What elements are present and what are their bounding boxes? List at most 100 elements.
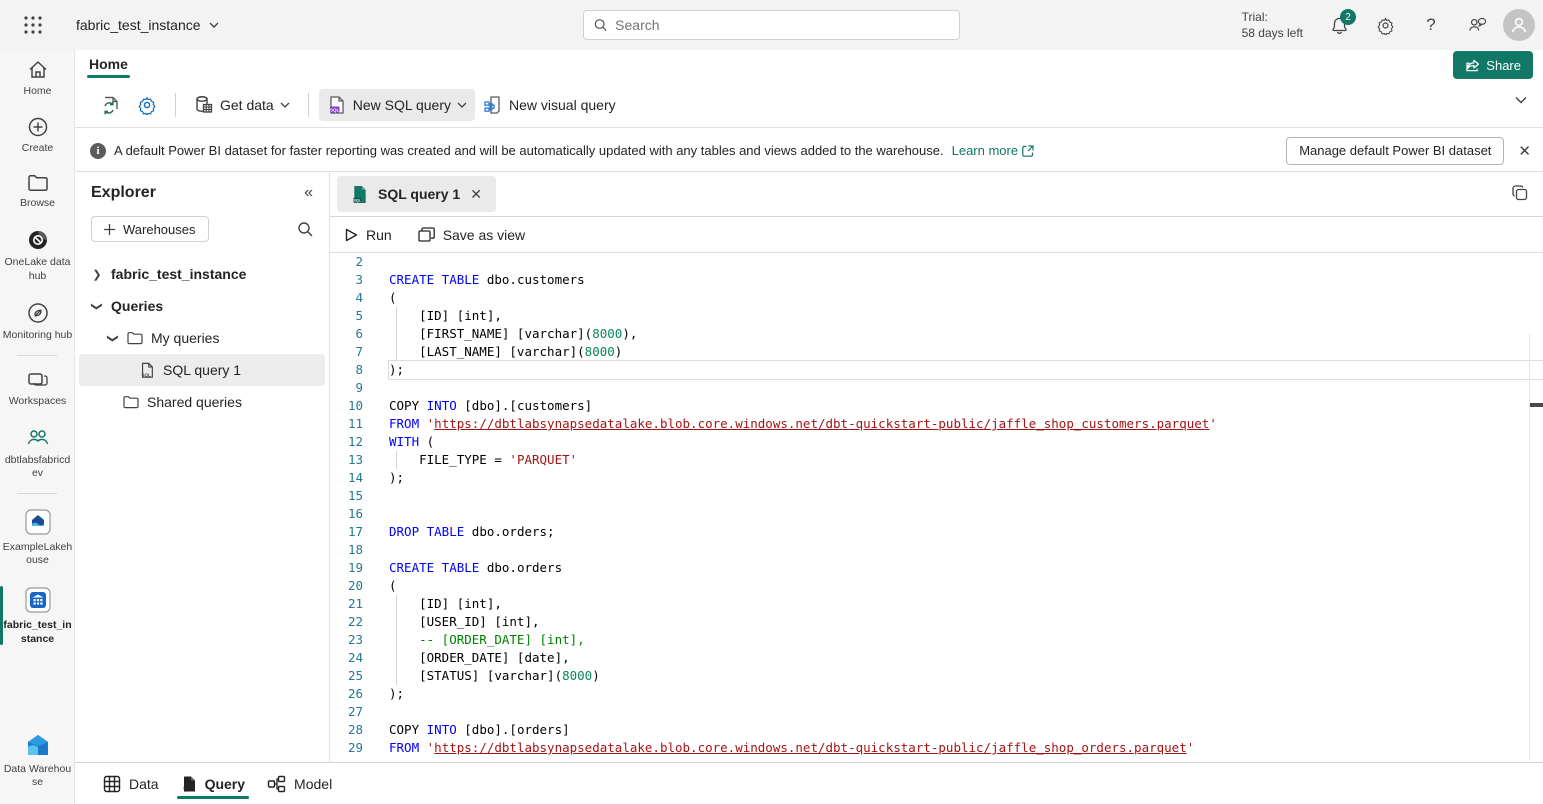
run-button[interactable]: Run [345, 227, 392, 243]
line-numbers: 2345678910111213141516171819202122232425… [330, 253, 375, 760]
gear-blue-icon [137, 95, 157, 115]
get-data-button[interactable]: Get data [186, 89, 298, 121]
chevron-down-icon [209, 22, 219, 28]
tree-item-shared-queries[interactable]: Shared queries [75, 386, 329, 418]
play-icon [345, 228, 358, 242]
rail-item-workspaces[interactable]: Workspaces [0, 360, 75, 417]
warehouse-item-icon [23, 585, 53, 615]
copy-icon[interactable] [1511, 184, 1529, 202]
workspace-switcher[interactable]: fabric_test_instance [76, 17, 219, 33]
rail-divider [17, 493, 57, 494]
code-line-19[interactable]: CREATE TABLE dbo.orders [389, 559, 1543, 577]
help-button[interactable]: ? [1411, 5, 1451, 45]
refresh-report-icon [101, 95, 121, 115]
rail-item-dbtlabsfabricdev[interactable]: dbtlabsfabricdev [0, 417, 75, 489]
banner-close-icon[interactable]: ✕ [1518, 142, 1531, 160]
folder-icon [27, 173, 49, 193]
tab-sql-query-1[interactable]: SQL SQL query 1 ✕ [337, 176, 496, 212]
rail-item-browse[interactable]: Browse [0, 164, 75, 219]
code-line-13[interactable]: FILE_TYPE = 'PARQUET' [389, 451, 1543, 469]
code-line-9[interactable] [389, 379, 1543, 397]
code-line-17[interactable]: DROP TABLE dbo.orders; [389, 523, 1543, 541]
ribbon-separator [175, 93, 176, 117]
code-line-2[interactable] [389, 253, 1543, 271]
explorer-search-icon[interactable] [297, 221, 313, 237]
search-input[interactable] [615, 17, 949, 33]
folder-icon [127, 331, 143, 345]
rail-item-home[interactable]: Home [0, 50, 75, 107]
collapse-panel-icon[interactable]: « [304, 184, 313, 202]
new-sql-query-button[interactable]: SQL New SQL query [319, 89, 475, 121]
tree-item-queries[interactable]: ❯ Queries [75, 290, 329, 322]
code-line-14[interactable]: ); [389, 469, 1543, 487]
feedback-button[interactable] [1457, 5, 1497, 45]
code-line-21[interactable]: [ID] [int], [389, 595, 1543, 613]
tree-item-warehouse[interactable]: ❯ fabric_test_instance [75, 258, 329, 290]
explorer-title: Explorer [91, 184, 156, 202]
ribbon-toolbar: Get data SQL New SQL query New visual qu… [75, 82, 1543, 128]
external-link-icon [1022, 145, 1034, 157]
search-icon [594, 18, 607, 32]
lakehouse-icon [23, 507, 53, 537]
account-avatar[interactable] [1503, 9, 1535, 41]
code-line-29[interactable]: FROM 'https://dbtlabsynapsedatalake.blob… [389, 739, 1543, 757]
info-icon: i [90, 143, 106, 159]
tree-item-my-queries[interactable]: ❯ My queries [75, 322, 329, 354]
ribbon-settings-button[interactable] [129, 89, 165, 121]
code-line-22[interactable]: [USER_ID] [int], [389, 613, 1543, 631]
code-line-27[interactable] [389, 703, 1543, 721]
add-warehouses-button[interactable]: Warehouses [91, 216, 209, 242]
query-doc-icon [181, 775, 197, 793]
scrollbar-marker[interactable] [1530, 403, 1543, 407]
app-launcher-waffle-icon[interactable] [8, 0, 58, 50]
code-line-20[interactable]: ( [389, 577, 1543, 595]
rail-item-create[interactable]: Create [0, 107, 75, 164]
save-as-view-button[interactable]: Save as view [418, 227, 525, 243]
code-line-15[interactable] [389, 487, 1543, 505]
code-line-10[interactable]: COPY INTO [dbo].[customers] [389, 397, 1543, 415]
code-line-8[interactable]: ); [389, 361, 1543, 379]
code-line-12[interactable]: WITH ( [389, 433, 1543, 451]
code-line-18[interactable] [389, 541, 1543, 559]
notifications-button[interactable]: 2 [1319, 5, 1359, 45]
tab-query[interactable]: Query [175, 767, 251, 801]
svg-text:SQL: SQL [330, 107, 340, 112]
ribbon-collapse-chevron[interactable] [1515, 96, 1527, 104]
rail-item-onelake-data-hub[interactable]: OneLake data hub [0, 219, 75, 291]
tree-item-sql-query-1[interactable]: SQL SQL query 1 [79, 354, 325, 386]
code-line-11[interactable]: FROM 'https://dbtlabsynapsedatalake.blob… [389, 415, 1543, 433]
code-line-28[interactable]: COPY INTO [dbo].[orders] [389, 721, 1543, 739]
code-line-26[interactable]: ); [389, 685, 1543, 703]
code-line-23[interactable]: -- [ORDER_DATE] [int], [389, 631, 1543, 649]
code-line-16[interactable] [389, 505, 1543, 523]
tab-home[interactable]: Home [83, 52, 134, 76]
learn-more-link[interactable]: Learn more [952, 143, 1034, 158]
tab-model[interactable]: Model [261, 767, 338, 801]
global-search[interactable] [583, 10, 960, 40]
rail-item-fabric-test-instance[interactable]: fabric_test_instance [0, 576, 75, 654]
manage-default-dataset-button[interactable]: Manage default Power BI dataset [1286, 137, 1504, 165]
code-line-4[interactable]: ( [389, 289, 1543, 307]
code-line-3[interactable]: CREATE TABLE dbo.customers [389, 271, 1543, 289]
share-button[interactable]: Share [1453, 51, 1533, 79]
gear-icon [1376, 16, 1395, 35]
code-line-24[interactable]: [ORDER_DATE] [date], [389, 649, 1543, 667]
code-line-5[interactable]: [ID] [int], [389, 307, 1543, 325]
code-line-7[interactable]: [LAST_NAME] [varchar](8000) [389, 343, 1543, 361]
query-editor-region: SQL SQL query 1 ✕ Run Save as view 23456… [330, 172, 1543, 762]
code-line-6[interactable]: [FIRST_NAME] [varchar](8000), [389, 325, 1543, 343]
rail-item-monitoring-hub[interactable]: Monitoring hub [0, 292, 75, 351]
code-line-25[interactable]: [STATUS] [varchar](8000) [389, 667, 1543, 685]
rail-item-examplelakehouse[interactable]: ExampleLakehouse [0, 498, 75, 576]
code-editor[interactable]: 2345678910111213141516171819202122232425… [330, 253, 1543, 760]
query-toolbar: Run Save as view [330, 217, 1543, 253]
settings-button[interactable] [1365, 5, 1405, 45]
chevron-down-icon [1515, 96, 1527, 104]
workspace-people-icon [25, 426, 51, 450]
tab-data[interactable]: Data [97, 767, 165, 801]
rail-item-data-warehouse[interactable]: Data Warehouse [0, 724, 75, 798]
new-visual-query-button[interactable]: New visual query [475, 89, 624, 121]
close-tab-icon[interactable]: ✕ [470, 186, 482, 203]
refresh-dataset-button[interactable] [93, 89, 129, 121]
info-banner: i A default Power BI dataset for faster … [75, 130, 1543, 172]
